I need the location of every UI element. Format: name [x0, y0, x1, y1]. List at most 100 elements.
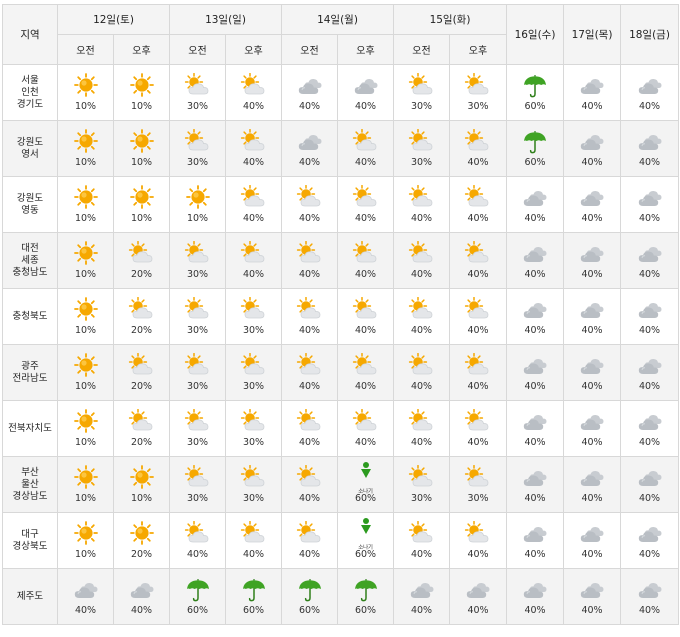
precip-probability: 40% [298, 213, 321, 224]
forecast-cell: 40% [449, 232, 507, 289]
region-name-line: 경상남도 [12, 490, 48, 502]
forecast-cell: 40% [225, 64, 282, 121]
region-name-line: 전북자치도 [8, 422, 52, 434]
forecast-cell: 40% [620, 512, 679, 569]
precip-probability: 40% [410, 437, 433, 448]
forecast-cell: 20% [113, 400, 170, 457]
precip-probability: 40% [467, 325, 489, 336]
forecast-cell: 40% [337, 400, 394, 457]
precip-probability: 10% [74, 325, 97, 336]
region-name-line: 울산 [21, 478, 39, 490]
precip-probability: 10% [130, 213, 153, 224]
precip-probability: 40% [242, 101, 265, 112]
forecast-cell: 40% [337, 176, 394, 233]
precip-probability: 40% [581, 213, 603, 224]
precip-probability: 40% [298, 157, 321, 168]
precip-probability: 30% [186, 157, 209, 168]
forecast-cell: 40% [506, 568, 564, 625]
forecast-cell: 40% [563, 344, 621, 401]
precip-probability: 40% [524, 605, 546, 616]
precip-probability: 30% [186, 325, 209, 336]
forecast-cell: 20% [113, 344, 170, 401]
forecast-cell: 30% [169, 288, 226, 345]
forecast-cell: 30% [169, 400, 226, 457]
precip-probability: 20% [130, 325, 153, 336]
precip-probability: 40% [130, 605, 153, 616]
forecast-cell: 40% [393, 568, 450, 625]
forecast-cell: 40% [449, 568, 507, 625]
forecast-cell: 40% [393, 288, 450, 345]
region-name-line: 대구 [21, 528, 39, 540]
forecast-row: 대전 세종 충청남도 10% 20% 30% 40% 40% 40% 40% 4… [2, 232, 679, 289]
precip-probability: 30% [410, 157, 433, 168]
forecast-cell: 60% [169, 568, 226, 625]
precip-probability: 30% [410, 101, 433, 112]
region-name-line: 충청북도 [12, 310, 48, 322]
forecast-cell: 40% [506, 456, 564, 513]
forecast-cell: 40% [113, 568, 170, 625]
forecast-cell: 10% [57, 344, 114, 401]
region-name-line: 제주도 [16, 590, 44, 602]
forecast-cell: 40% [449, 120, 507, 177]
precip-probability: 40% [524, 269, 546, 280]
precip-probability: 40% [242, 549, 265, 560]
forecast-cell: 40% [281, 288, 338, 345]
precip-probability: 40% [638, 437, 661, 448]
forecast-cell: 40% [281, 344, 338, 401]
precip-probability: 30% [242, 493, 265, 504]
forecast-cell: 10% [57, 120, 114, 177]
precip-probability: 10% [186, 213, 209, 224]
forecast-cell: 10% [57, 232, 114, 289]
precip-probability: 40% [298, 437, 321, 448]
precip-probability: 60% [524, 157, 546, 168]
precip-probability: 40% [354, 213, 377, 224]
forecast-row: 강원도 영서 10% 10% 30% 40% 40% 40% 30% 40% 6… [2, 120, 679, 177]
precip-probability: 40% [354, 157, 377, 168]
forecast-cell: 10% [113, 64, 170, 121]
forecast-cell: 40% [620, 232, 679, 289]
forecast-cell: 60% [506, 120, 564, 177]
forecast-cell: 40% [225, 512, 282, 569]
precip-probability: 10% [130, 493, 153, 504]
precip-probability: 40% [524, 493, 546, 504]
precip-probability: 10% [130, 101, 153, 112]
precip-probability: 20% [130, 269, 153, 280]
precip-probability: 40% [242, 157, 265, 168]
forecast-cell: 40% [620, 288, 679, 345]
day-header-17: 17일(목) [563, 4, 621, 65]
forecast-row: 광주 전라남도 10% 20% 30% 30% 40% 40% 40% 40% … [2, 344, 679, 401]
forecast-cell: 40% [169, 512, 226, 569]
region-name-line: 대전 [21, 242, 39, 254]
weekly-forecast-table: 지역 12일(토) 13일(일) 14일(월) 15일(화) 16일(수) 17… [2, 4, 679, 625]
forecast-cell: 40% [449, 176, 507, 233]
precip-probability: 40% [298, 381, 321, 392]
forecast-cell: 60% [281, 568, 338, 625]
precip-probability: 40% [581, 437, 603, 448]
forecast-cell: 30% [393, 64, 450, 121]
forecast-cell: 30% [169, 120, 226, 177]
forecast-cell: 40% [393, 176, 450, 233]
region-name-line: 전라남도 [12, 372, 48, 384]
precip-probability: 30% [186, 381, 209, 392]
precip-probability: 40% [410, 269, 433, 280]
forecast-cell: 40% [337, 120, 394, 177]
forecast-cell: 40% [563, 64, 621, 121]
precip-probability: 40% [524, 549, 546, 560]
forecast-cell: 30% [169, 232, 226, 289]
precip-probability: 40% [354, 101, 377, 112]
precip-probability: 30% [410, 493, 433, 504]
forecast-cell: 40% [563, 568, 621, 625]
forecast-row: 강원도 영동 10% 10% 10% 40% 40% 40% 40% 40% 4… [2, 176, 679, 233]
forecast-cell: 30% [393, 120, 450, 177]
forecast-cell: 40% [620, 400, 679, 457]
region-name-line: 강원도 [16, 192, 44, 204]
forecast-cell: 30% [225, 400, 282, 457]
forecast-cell: 40% [506, 176, 564, 233]
forecast-cell: 60% [225, 568, 282, 625]
precip-probability: 10% [74, 381, 97, 392]
forecast-cell: 40% [506, 288, 564, 345]
forecast-cell: 10% [57, 456, 114, 513]
forecast-cell: 40% [563, 456, 621, 513]
forecast-cell: 40% [337, 288, 394, 345]
forecast-cell: 40% [225, 120, 282, 177]
